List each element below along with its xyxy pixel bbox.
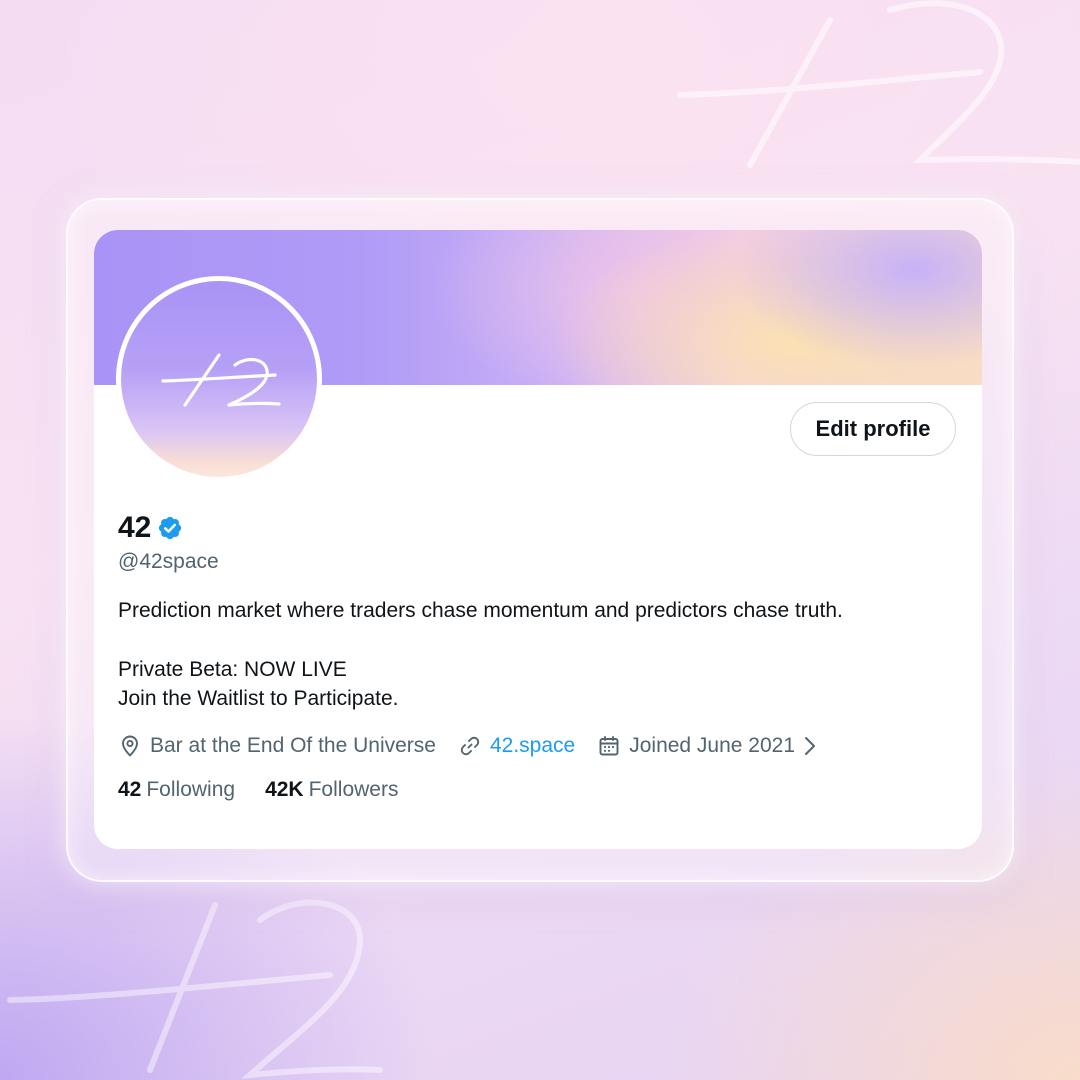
bio-line: Prediction market where traders chase mo…	[118, 599, 843, 622]
follow-stats: 42 Following 42K Followers	[118, 778, 428, 802]
edit-profile-button[interactable]: Edit profile	[790, 402, 956, 456]
background-42-logo-top	[677, 0, 1080, 168]
joined-text: Joined June 2021	[629, 734, 796, 757]
profile-bio: Prediction market where traders chase mo…	[118, 596, 958, 713]
bio-line: Join the Waitlist to Participate.	[118, 687, 399, 710]
profile-card: Edit profile 42 @42space Prediction mark…	[94, 230, 982, 849]
website-item[interactable]: 42.space	[458, 734, 575, 758]
profile-handle: @42space	[118, 550, 219, 573]
link-icon	[460, 736, 480, 756]
following-label: Following	[146, 778, 236, 801]
display-name: 42	[118, 511, 152, 544]
location-text: Bar at the End Of the Universe	[150, 734, 436, 757]
followers-label: Followers	[308, 778, 399, 801]
background-42-logo-bottom	[7, 899, 383, 1079]
avatar[interactable]	[116, 276, 322, 482]
followers-count: 42K	[265, 778, 304, 801]
map-pin-icon	[122, 735, 138, 757]
chevron-right-icon[interactable]	[803, 735, 817, 757]
profile-meta-row: Bar at the End Of the Universe 42.space …	[118, 730, 847, 762]
following-count: 42	[118, 778, 142, 801]
followers-stat[interactable]: 42K Followers	[265, 778, 398, 802]
following-stat[interactable]: 42 Following	[118, 778, 235, 802]
verified-badge-icon[interactable]	[157, 515, 183, 541]
calendar-icon	[599, 736, 619, 756]
bio-line: Private Beta: NOW LIVE	[118, 658, 347, 681]
joined-item[interactable]: Joined June 2021	[597, 734, 825, 758]
website-link[interactable]: 42.space	[490, 734, 575, 758]
name-row: 42	[118, 508, 183, 548]
location-item: Bar at the End Of the Universe	[118, 734, 436, 758]
42-logo-icon	[161, 353, 281, 407]
